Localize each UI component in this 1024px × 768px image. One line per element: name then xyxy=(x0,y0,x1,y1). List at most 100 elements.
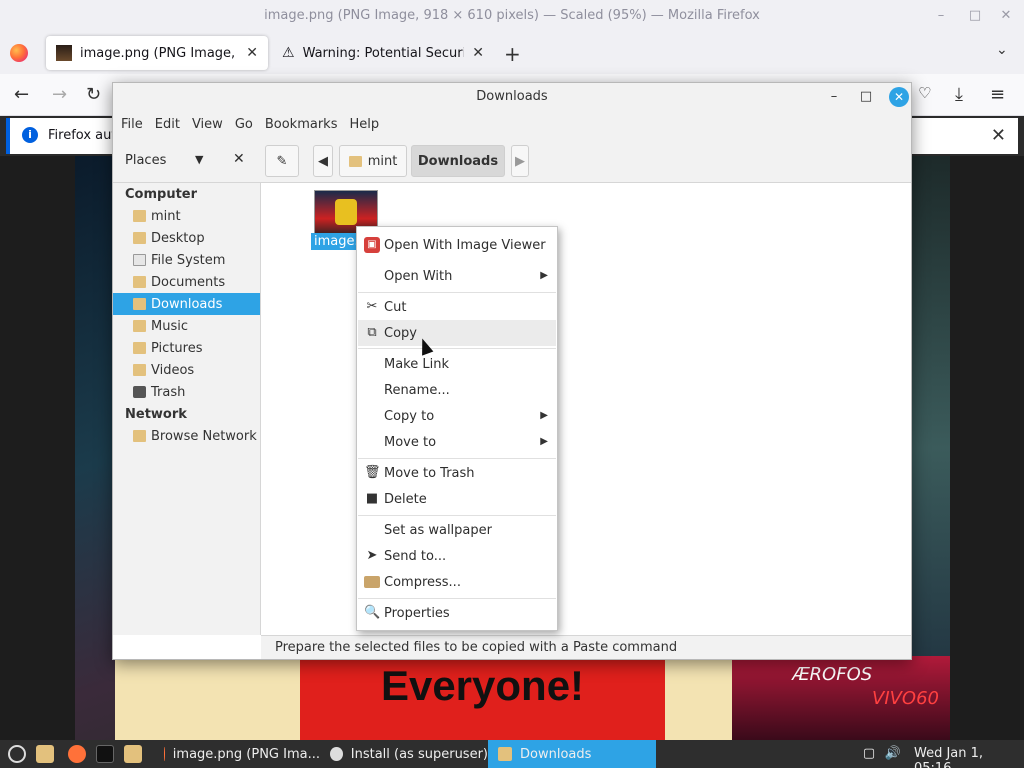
sidebar-item-music[interactable]: Music xyxy=(113,315,260,337)
image-city-area: ÆROFOS VIVO60 xyxy=(732,656,950,740)
archive-icon xyxy=(364,576,380,588)
download-icon[interactable]: ⤓ xyxy=(955,84,963,105)
drive-icon xyxy=(133,254,146,266)
menu-view[interactable]: View xyxy=(188,111,231,139)
close-icon[interactable]: ✕ xyxy=(889,87,909,107)
minimize-icon[interactable]: – xyxy=(825,88,843,106)
sidebar-item-label: Pictures xyxy=(151,340,203,356)
hamburger-menu-icon[interactable]: ≡ xyxy=(990,84,1005,105)
task-firefox[interactable]: image.png (PNG Ima... xyxy=(154,740,320,768)
sidebar-item-documents[interactable]: Documents xyxy=(113,271,260,293)
tab-image[interactable]: image.png (PNG Image, 918 ✕ xyxy=(46,36,268,70)
firefox-titlebar: image.png (PNG Image, 918 × 610 pixels) … xyxy=(0,0,1024,32)
menu-item-set-as-wallpaper[interactable]: Set as wallpaper xyxy=(358,517,556,543)
breadcrumb-forward-button[interactable]: ▶ xyxy=(511,145,529,177)
sidebar-item-label: mint xyxy=(151,208,181,224)
menu-launcher-icon[interactable] xyxy=(8,745,26,763)
menu-go[interactable]: Go xyxy=(231,111,261,139)
folder-launcher-icon[interactable] xyxy=(124,745,142,763)
menu-item-copy[interactable]: ⧉ Copy xyxy=(358,320,556,346)
sidebar-item-downloads[interactable]: Downloads xyxy=(113,293,260,315)
sidebar-item-mint[interactable]: mint xyxy=(113,205,260,227)
triangle-left-icon: ◀ xyxy=(318,153,328,169)
sidebar-item-file-system[interactable]: File System xyxy=(113,249,260,271)
music-folder-icon xyxy=(133,320,146,332)
thumbnail-figure xyxy=(335,199,357,225)
menu-item-copy-to[interactable]: Copy to ▶ xyxy=(358,403,556,429)
menu-item-delete[interactable]: ■ Delete xyxy=(358,486,556,512)
context-menu: ▣ Open With Image Viewer Open With ▶ ✂ Cut … xyxy=(356,226,558,631)
menu-item-open-with[interactable]: Open With ▶ xyxy=(358,263,556,289)
menu-item-rename[interactable]: Rename... xyxy=(358,377,556,403)
new-tab-button[interactable]: + xyxy=(504,42,521,66)
breadcrumb-downloads[interactable]: Downloads xyxy=(411,145,505,177)
task-downloads[interactable]: Downloads xyxy=(488,740,656,768)
back-arrow-icon[interactable]: ← xyxy=(14,84,29,105)
menu-item-compress[interactable]: Compress... xyxy=(358,569,556,595)
menu-item-move-to-trash[interactable]: 🗑 Move to Trash xyxy=(358,460,556,486)
menu-item-label: Make Link xyxy=(384,356,449,372)
image-favicon-icon xyxy=(56,45,72,61)
menu-item-label: Copy xyxy=(384,325,417,341)
menu-item-cut[interactable]: ✂ Cut xyxy=(358,294,556,320)
notification-close-icon[interactable]: ✕ xyxy=(991,125,1006,146)
menu-item-open-with-image-viewer[interactable]: ▣ Open With Image Viewer xyxy=(358,232,556,258)
files-launcher-icon[interactable] xyxy=(36,745,54,763)
sidebar-item-label: Music xyxy=(151,318,188,334)
task-label: image.png (PNG Ima... xyxy=(172,746,320,762)
volume-icon[interactable]: 🔊 xyxy=(884,745,902,763)
task-label: Downloads xyxy=(520,746,592,762)
network-folder-icon xyxy=(133,430,146,442)
maximize-icon[interactable]: □ xyxy=(966,7,984,25)
tab-warning[interactable]: ⚠ Warning: Potential Security ✕ xyxy=(272,36,494,70)
triangle-down-icon[interactable]: ▼ xyxy=(195,153,203,166)
chevron-down-icon[interactable]: ⌄ xyxy=(996,42,1008,58)
firefox-launcher-icon[interactable] xyxy=(68,745,86,763)
edit-location-button[interactable]: ✎ xyxy=(265,145,299,177)
places-selector[interactable]: Places xyxy=(125,153,166,168)
submenu-arrow-icon: ▶ xyxy=(540,436,548,447)
breadcrumb-mint[interactable]: mint xyxy=(339,145,407,177)
home-folder-icon xyxy=(348,155,362,167)
window-title: image.png (PNG Image, 918 × 610 pixels) … xyxy=(264,8,760,23)
file-name-label[interactable]: image. xyxy=(311,233,362,250)
sidebar-item-browse-network[interactable]: Browse Network xyxy=(113,425,260,447)
image-right-panel xyxy=(910,156,950,740)
trash-icon: 🗑 xyxy=(364,465,381,480)
close-sidebar-icon[interactable]: ✕ xyxy=(233,151,245,167)
sidebar-item-label: Browse Network xyxy=(151,428,257,444)
menu-item-move-to[interactable]: Move to ▶ xyxy=(358,429,556,455)
pocket-icon[interactable]: ♡ xyxy=(918,84,931,102)
menu-bookmarks[interactable]: Bookmarks xyxy=(261,111,346,139)
menu-item-label: Delete xyxy=(384,491,427,507)
maximize-icon[interactable]: □ xyxy=(857,88,875,106)
menu-item-send-to[interactable]: ➤ Send to... xyxy=(358,543,556,569)
sidebar-item-trash[interactable]: Trash xyxy=(113,381,260,403)
forward-arrow-icon[interactable]: → xyxy=(52,84,67,105)
reload-icon[interactable]: ↻ xyxy=(86,84,101,105)
menu-help[interactable]: Help xyxy=(345,111,387,139)
breadcrumb-label: Downloads xyxy=(417,153,499,169)
notifications-icon[interactable]: ▢ xyxy=(860,745,878,763)
sidebar-item-desktop[interactable]: Desktop xyxy=(113,227,260,249)
menu-item-make-link[interactable]: Make Link xyxy=(358,351,556,377)
breadcrumb-back-button[interactable]: ◀ xyxy=(313,145,333,177)
menu-item-properties[interactable]: 🔍 Properties xyxy=(358,600,556,626)
task-install[interactable]: Install (as superuser) xyxy=(320,740,488,768)
minimize-icon[interactable]: – xyxy=(932,7,950,25)
pencil-icon: ✎ xyxy=(276,153,288,169)
terminal-launcher-icon[interactable] xyxy=(96,745,114,763)
firefox-logo-icon[interactable] xyxy=(10,44,28,62)
clock[interactable]: Wed Jan 1, 05:16 xyxy=(914,746,1024,768)
folder-icon xyxy=(133,276,146,288)
tab-close-icon[interactable]: ✕ xyxy=(246,45,258,61)
tab-label: Warning: Potential Security xyxy=(302,45,465,61)
sidebar-item-pictures[interactable]: Pictures xyxy=(113,337,260,359)
delete-icon: ■ xyxy=(365,491,379,506)
menu-edit[interactable]: Edit xyxy=(151,111,188,139)
sidebar-item-videos[interactable]: Videos xyxy=(113,359,260,381)
close-icon[interactable]: ✕ xyxy=(997,7,1015,25)
submenu-arrow-icon: ▶ xyxy=(540,410,548,421)
menu-file[interactable]: File xyxy=(117,111,151,139)
tab-close-icon[interactable]: ✕ xyxy=(472,45,484,61)
